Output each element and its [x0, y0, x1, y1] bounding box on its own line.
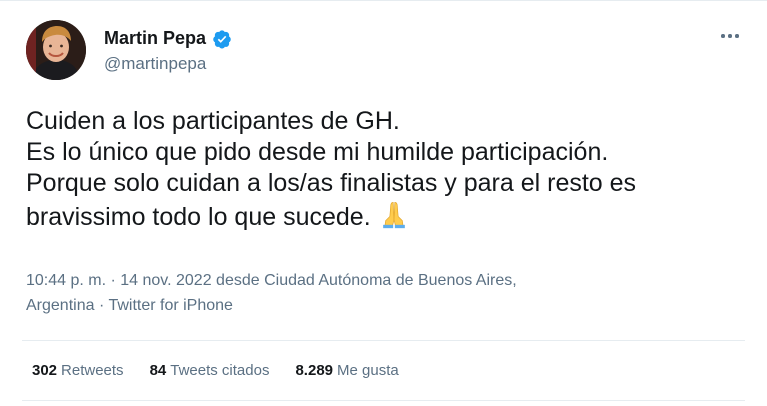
author-name[interactable]: Martin Pepa — [104, 28, 206, 49]
retweets-stat[interactable]: 302 Retweets — [32, 362, 124, 379]
tweet-line: Es lo único que pido desde mi humilde pa… — [26, 138, 609, 166]
location-link[interactable]: Argentina — [26, 297, 95, 314]
ellipsis-icon — [735, 34, 739, 38]
meta-separator: · — [94, 297, 109, 314]
avatar[interactable] — [26, 20, 86, 80]
likes-count: 8.289 — [295, 362, 334, 379]
quote-tweets-label: Tweets citados — [170, 362, 270, 379]
retweets-count: 302 — [32, 362, 58, 379]
likes-label: Me gusta — [337, 362, 399, 379]
more-options-button[interactable] — [715, 26, 745, 46]
tweet-line: Porque solo cuidan a los/as finalistas y… — [26, 169, 637, 197]
verified-badge-icon — [213, 29, 231, 48]
ellipsis-icon — [728, 34, 732, 38]
top-divider — [0, 0, 767, 1]
tweet-line-text: bravissimo todo lo que sucede. — [26, 203, 371, 231]
timestamp-location: 10:44 p. m. · 14 nov. 2022 desde Ciudad … — [26, 268, 517, 293]
quote-tweets-count: 84 — [149, 362, 167, 379]
ellipsis-icon — [721, 34, 725, 38]
avatar-image — [26, 20, 86, 80]
likes-stat[interactable]: 8.289 Me gusta — [295, 362, 398, 379]
timestamp-link[interactable]: 10:44 p. m. · 14 nov. 2022 desde Ciudad … — [26, 272, 517, 289]
folded-hands-emoji-icon — [382, 201, 405, 229]
tweet-line-last: bravissimo todo lo que sucede. — [26, 199, 756, 233]
author-name-row: Martin Pepa — [104, 28, 232, 49]
tweet-meta: 10:44 p. m. · 14 nov. 2022 desde Ciudad … — [26, 268, 517, 318]
tweet-text: Cuiden a los participantes de GH. Es lo … — [26, 106, 756, 233]
location-source: Argentina · Twitter for iPhone — [26, 293, 517, 318]
stats-divider — [22, 340, 745, 341]
retweets-label: Retweets — [61, 362, 124, 379]
author-handle[interactable]: @martinpepa — [104, 54, 206, 74]
tweet-line: Cuiden a los participantes de GH. — [26, 107, 400, 135]
tweet-stats: 302 Retweets 84 Tweets citados 8.289 Me gus… — [32, 362, 425, 379]
tweet-card: Martin Pepa @martinpepa Cuiden a los par… — [0, 0, 767, 406]
source-link[interactable]: Twitter for iPhone — [108, 297, 233, 314]
quote-tweets-stat[interactable]: 84 Tweets citados — [150, 362, 270, 379]
stats-divider-bottom — [22, 400, 745, 401]
